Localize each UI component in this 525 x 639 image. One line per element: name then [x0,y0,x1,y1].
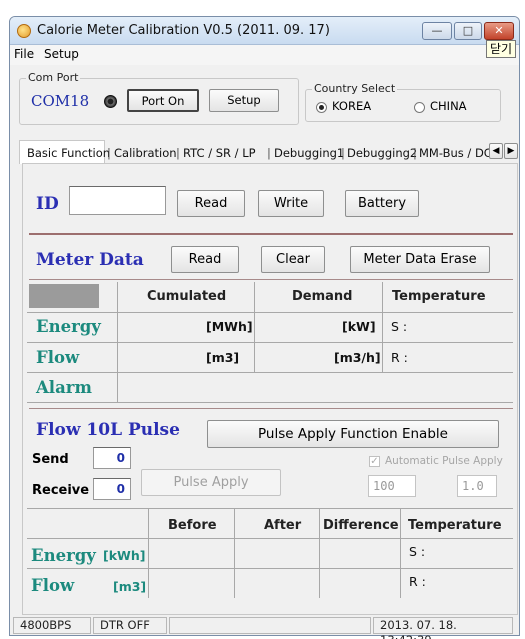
compare-temp-r: R : [409,574,426,589]
minimize-button[interactable]: — [422,22,452,40]
meter-clear-button[interactable]: Clear [261,246,325,273]
setup-button[interactable]: Setup [209,89,279,112]
meter-data-label: Meter Data [36,250,144,270]
country-select-title: Country Select [312,82,398,95]
header-after: After [264,518,302,533]
status-dtr: DTR OFF [93,617,167,634]
status-empty [169,617,371,634]
header-difference: Difference [323,518,399,533]
header-cumulated: Cumulated [147,289,227,304]
header-before: Before [168,518,217,533]
menu-bar: File Setup [10,45,519,65]
menu-setup[interactable]: Setup [44,47,79,61]
tab-debugging1[interactable]: Debugging1 [274,146,344,160]
flow-pulse-label: Flow 10L Pulse [36,420,180,440]
id-label: ID [36,194,59,214]
id-input[interactable] [69,186,166,215]
send-label: Send [32,452,69,467]
com-port-group-title: Com Port [26,71,81,84]
pulse-apply-button[interactable]: Pulse Apply [141,469,281,496]
basic-function-page: ID Read Write Battery Meter Data Read Cl… [22,163,518,615]
header-temperature-2: Temperature [408,518,502,533]
compare-temp-s: S : [409,544,426,559]
title-bar[interactable]: Calorie Meter Calibration V0.5 (2011. 09… [10,17,519,45]
divider-3 [29,408,513,409]
radio-china[interactable] [414,102,425,113]
compare-flow-label: Flow [31,576,75,595]
meter-read-button[interactable]: Read [171,246,239,273]
radio-china-label: CHINA [430,99,467,113]
row-alarm-label: Alarm [36,378,92,397]
tab-scroll-left-icon[interactable]: ◀ [489,143,503,159]
tab-scroll-right-icon[interactable]: ▶ [504,143,518,159]
divider-2 [29,279,513,280]
auto-pulse-label: Automatic Pulse Apply [385,455,503,467]
energy-cumulated-unit: [MWh] [206,319,253,334]
row-flow-label: Flow [36,348,80,367]
maximize-button[interactable]: □ [454,22,482,40]
receive-label: Receive [32,483,90,498]
header-temperature: Temperature [392,289,486,304]
status-baud: 4800BPS [13,617,91,634]
id-read-button[interactable]: Read [177,190,245,217]
receive-value-field[interactable]: 0 [93,478,131,500]
compare-flow-unit: [m3] [113,579,147,594]
energy-demand-unit: [kW] [342,319,376,334]
main-window: Calorie Meter Calibration V0.5 (2011. 09… [9,16,521,639]
com-port-group: Com Port COM18 Port On Setup [19,71,299,125]
table-corner-cell [29,284,99,308]
flow-temp-r: R : [391,350,408,365]
flow-demand-unit: [m3/h] [334,350,381,365]
radio-korea-label: KOREA [332,99,372,113]
window-title: Calorie Meter Calibration V0.5 (2011. 09… [37,23,330,38]
tab-strip: Basic Function | Calibration | RTC / SR … [19,140,521,164]
tab-rtc-sr-lp[interactable]: RTC / SR / LP [183,146,256,160]
app-icon [17,24,31,38]
close-tooltip: 닫기 [486,40,517,58]
status-datetime: 2013. 07. 18. 13:42:39 [373,617,513,639]
header-demand: Demand [292,289,353,304]
tab-basic-function[interactable]: Basic Function [27,146,110,160]
pulse-value2-field[interactable]: 1.0 [457,475,497,497]
battery-button[interactable]: Battery [345,190,419,217]
port-status-indicator [104,95,117,108]
divider-1 [29,233,513,235]
close-button[interactable]: ✕ [484,22,514,40]
radio-korea[interactable] [316,102,327,113]
energy-temp-s: S : [391,319,408,334]
status-bar: 4800BPS DTR OFF 2013. 07. 18. 13:42:39 [10,615,519,639]
tab-debugging2[interactable]: Debugging2 [347,146,417,160]
pulse-value1-field[interactable]: 100 [368,475,416,497]
country-select-group: Country Select KOREA CHINA [305,82,501,122]
compare-energy-unit: [kWh] [103,548,146,563]
tab-calibration[interactable]: Calibration [114,146,177,160]
pulse-apply-enable-button[interactable]: Pulse Apply Function Enable [207,420,499,448]
send-value-field[interactable]: 0 [93,447,131,469]
tab-mm-bus[interactable]: MM-Bus / DC F [419,146,493,160]
compare-energy-label: Energy [31,546,96,565]
id-write-button[interactable]: Write [258,190,324,217]
menu-file[interactable]: File [14,47,34,61]
com-port-name: COM18 [31,92,90,110]
flow-cumulated-unit: [m3] [206,350,240,365]
row-energy-label: Energy [36,317,101,336]
port-on-button[interactable]: Port On [127,89,199,112]
meter-data-erase-button[interactable]: Meter Data Erase [350,246,490,273]
auto-pulse-checkbox[interactable]: ✓ [369,456,380,467]
